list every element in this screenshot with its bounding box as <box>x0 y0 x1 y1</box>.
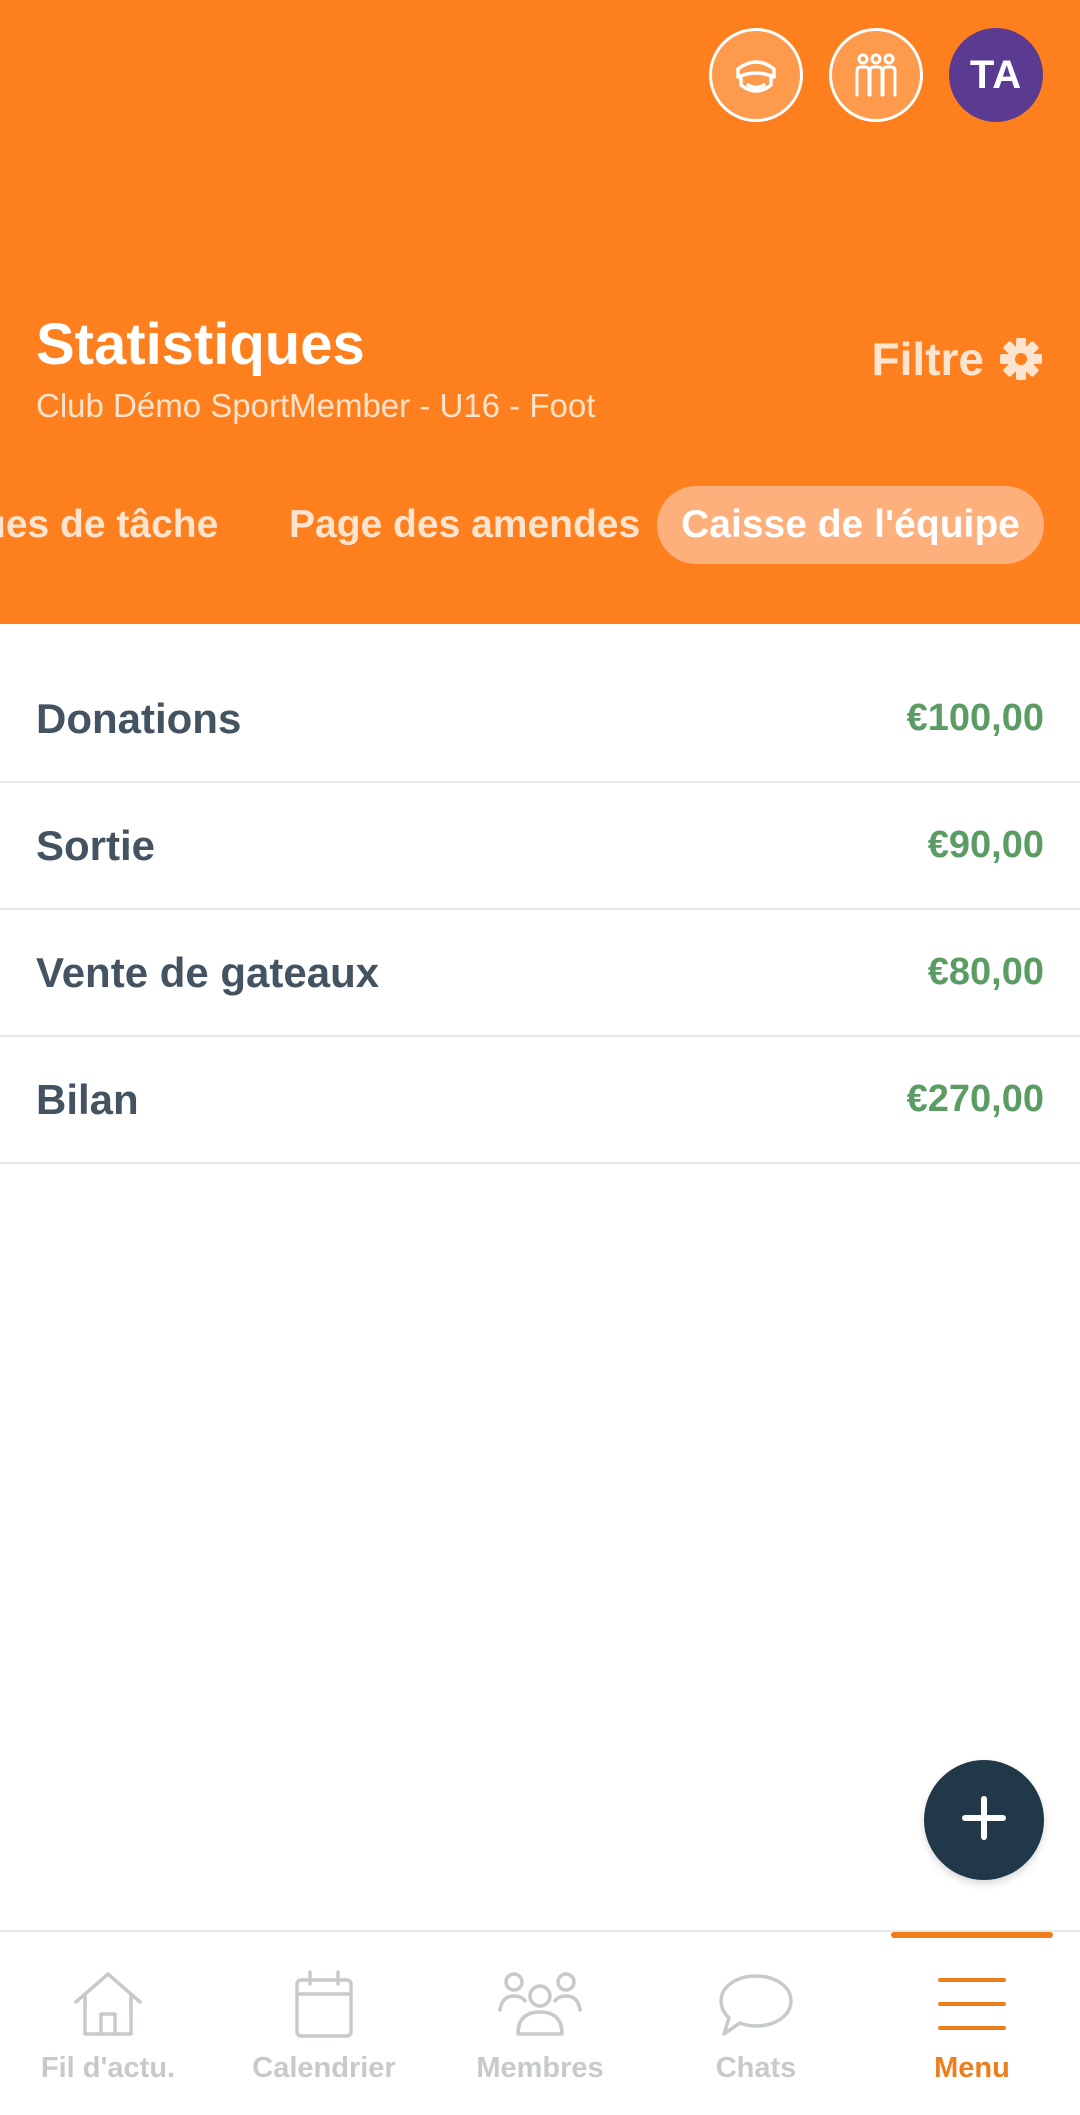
menu-icon <box>930 1968 1014 2040</box>
nav-label: Menu <box>934 2052 1010 2084</box>
nav-item-chats[interactable]: Chats <box>648 1932 864 2115</box>
nav-item-news-feed[interactable]: Fil d'actu. <box>0 1932 216 2115</box>
avatar[interactable]: TA <box>949 28 1043 122</box>
nav-item-menu[interactable]: Menu <box>864 1932 1080 2115</box>
nav-label: Fil d'actu. <box>40 2052 176 2084</box>
tab-team-fund[interactable]: Caisse de l'équipe <box>657 486 1044 564</box>
stats-tabs: ues de tâche Page des amendes Caisse de … <box>0 486 1080 564</box>
chat-icon <box>714 1968 798 2040</box>
list-item-label: Sortie <box>36 821 156 869</box>
page-subtitle: Club Démo SportMember - U16 - Foot <box>36 387 596 424</box>
team-badge-icon[interactable] <box>709 28 803 122</box>
gear-icon <box>998 336 1044 382</box>
nav-label: Membres <box>476 2052 604 2084</box>
list-item-amount: €90,00 <box>927 824 1044 866</box>
list-item-total: Bilan €270,00 <box>0 1037 1080 1164</box>
calendar-icon <box>282 1968 366 2040</box>
plus-icon <box>959 1793 1009 1848</box>
nav-item-calendar[interactable]: Calendrier <box>216 1932 432 2115</box>
list-item-label: Bilan <box>36 1075 139 1123</box>
list-item[interactable]: Sortie €90,00 <box>0 783 1080 910</box>
list-item-label: Donations <box>36 694 242 742</box>
add-button[interactable] <box>924 1760 1044 1880</box>
members-icon <box>498 1968 582 2040</box>
list-item-amount: €270,00 <box>906 1078 1044 1120</box>
group-icon[interactable] <box>829 28 923 122</box>
header: TA Statistiques Club Démo SportMember - … <box>0 0 1080 624</box>
tab-task-stats[interactable]: ues de tâche <box>0 486 218 564</box>
list-item[interactable]: Donations €100,00 <box>0 656 1080 783</box>
nav-label: Chats <box>715 2052 797 2084</box>
list-item[interactable]: Vente de gateaux €80,00 <box>0 910 1080 1037</box>
nav-label: Calendrier <box>252 2052 396 2084</box>
tab-fines-page[interactable]: Page des amendes <box>289 486 640 564</box>
list-item-label: Vente de gateaux <box>36 948 380 996</box>
filter-button[interactable]: Filtre <box>872 336 1044 382</box>
bottom-nav: Fil d'actu. Calendrier Membres Chats Men… <box>0 1930 1080 2115</box>
list-item-amount: €100,00 <box>906 697 1044 739</box>
home-icon <box>66 1968 150 2040</box>
nav-item-members[interactable]: Membres <box>432 1932 648 2115</box>
filter-label: Filtre <box>871 333 984 385</box>
active-tab-indicator <box>891 1932 1053 1938</box>
fund-list: Donations €100,00 Sortie €90,00 Vente de… <box>0 656 1080 1164</box>
list-item-amount: €80,00 <box>927 951 1044 993</box>
page-title: Statistiques <box>36 312 365 377</box>
